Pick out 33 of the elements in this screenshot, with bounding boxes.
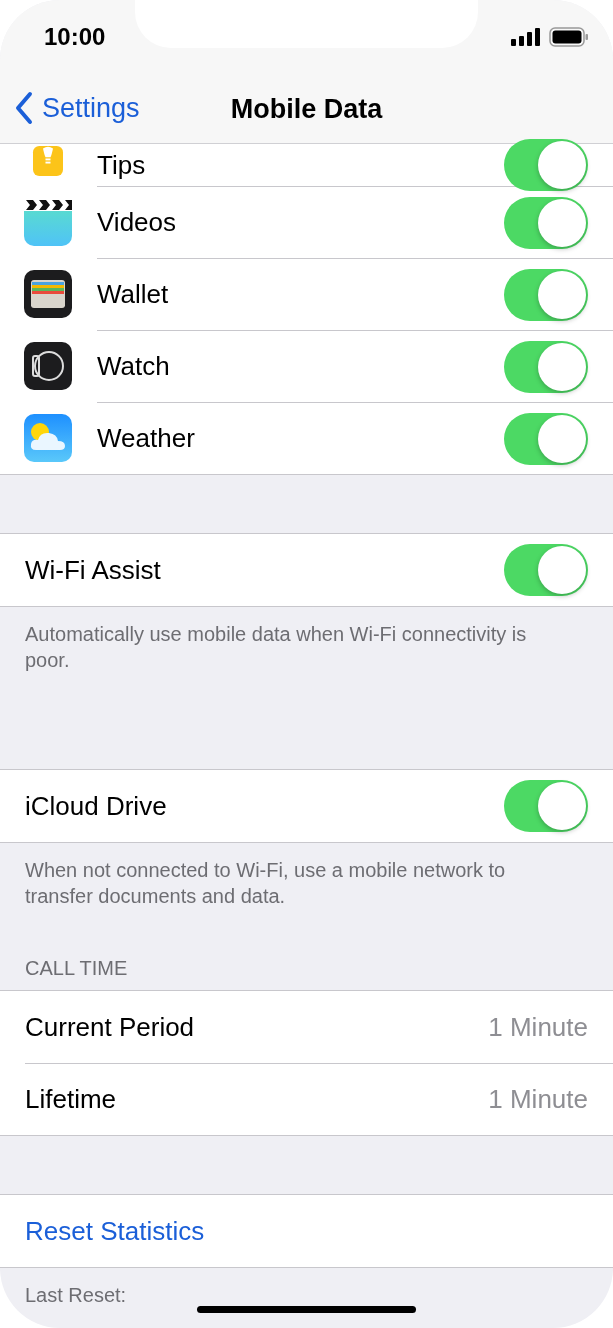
toggle-switch[interactable] — [504, 544, 588, 596]
wallet-icon — [24, 270, 72, 318]
section-footer: When not connected to Wi-Fi, use a mobile network to transfer documents and data. — [25, 857, 565, 909]
toggle-switch[interactable] — [504, 196, 588, 249]
clapperboard-icon — [24, 198, 72, 246]
app-name: Videos — [97, 207, 177, 238]
reset-statistics-button[interactable]: Reset Statistics — [25, 1215, 205, 1247]
toggle-switch[interactable] — [504, 412, 588, 465]
app-name: Watch — [97, 351, 170, 382]
app-name: Weather — [97, 423, 195, 454]
setting-label: Current Period — [25, 1011, 195, 1043]
setting-label: iCloud Drive — [25, 790, 167, 822]
setting-label: Lifetime — [25, 1084, 117, 1115]
back-chevron-icon[interactable] — [14, 91, 34, 125]
section-footer: Automatically use mobile data when Wi-Fi connectivity is poor. — [25, 621, 565, 673]
toggle-switch[interactable] — [504, 268, 588, 321]
watch-icon — [24, 342, 72, 390]
setting-value: 1 Minute — [488, 1084, 588, 1115]
setting-value: 1 Minute — [488, 1011, 588, 1043]
toggle-switch[interactable] — [504, 340, 588, 393]
toggle-switch[interactable] — [504, 139, 588, 191]
section-header: CALL TIME — [24, 957, 129, 981]
app-name: Tips — [97, 149, 146, 181]
battery-icon — [549, 27, 589, 47]
section-footer: Last Reset: — [25, 1282, 565, 1308]
app-name: Wallet — [97, 279, 169, 310]
toggle-switch[interactable] — [504, 780, 588, 832]
weather-icon — [24, 414, 72, 462]
signal-icon — [511, 28, 541, 46]
back-button[interactable]: Settings — [14, 91, 140, 125]
page-title: Mobile Data — [230, 93, 383, 125]
status-time: 10:00 — [44, 23, 106, 51]
setting-label: Wi-Fi Assist — [25, 554, 161, 586]
